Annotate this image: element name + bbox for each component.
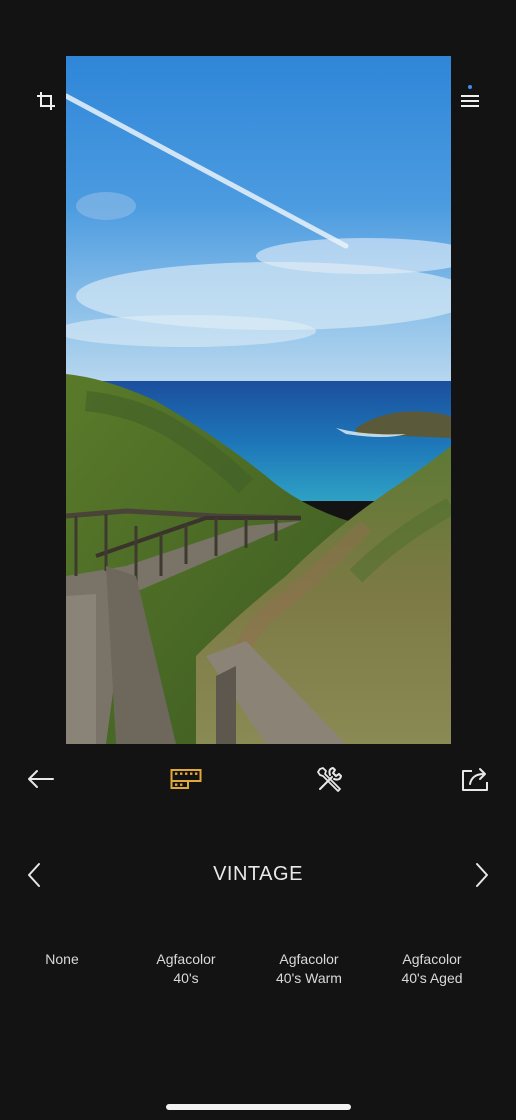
filter-label-line1: Agfacolor [279, 951, 339, 967]
filter-label-line1: None [45, 951, 79, 967]
landscape-photo [66, 56, 451, 744]
notification-dot [468, 85, 472, 89]
share-button[interactable] [458, 762, 492, 796]
chevron-right-icon [476, 863, 488, 887]
filter-option-agfacolor-40s-aged[interactable]: Agfacolor 40's Aged [377, 950, 487, 988]
wrench-screwdriver-icon [317, 767, 342, 792]
category-title: VINTAGE [213, 863, 303, 885]
crop-icon [37, 92, 55, 110]
crop-button[interactable] [29, 84, 63, 118]
tools-button[interactable] [313, 762, 347, 796]
home-indicator[interactable] [166, 1104, 351, 1110]
menu-button[interactable] [453, 84, 487, 118]
back-button[interactable] [23, 762, 57, 796]
filter-label-line1: Agfacolor [402, 951, 462, 967]
film-strip-icon [170, 769, 202, 789]
filter-label-line1: Agfacolor [156, 951, 216, 967]
share-icon [462, 768, 488, 791]
filter-label-line2: 40's Warm [276, 970, 342, 986]
menu-icon [461, 95, 479, 107]
arrow-left-icon [28, 770, 54, 788]
filter-option-agfacolor-40s-warm[interactable]: Agfacolor 40's Warm [254, 950, 364, 988]
next-category-button[interactable] [469, 862, 495, 888]
filter-category-selector: VINTAGE [0, 852, 516, 898]
filter-label-line2: 40's Aged [401, 970, 463, 986]
filter-option-agfacolor-40s[interactable]: Agfacolor 40's [131, 950, 241, 988]
filter-label-line2: 40's [173, 970, 199, 986]
photo-preview[interactable] [66, 56, 451, 744]
filters-button[interactable] [169, 762, 203, 796]
filter-option-none[interactable]: None [7, 950, 117, 969]
filter-list: None Agfacolor 40's Agfacolor 40's Warm … [0, 950, 516, 1010]
